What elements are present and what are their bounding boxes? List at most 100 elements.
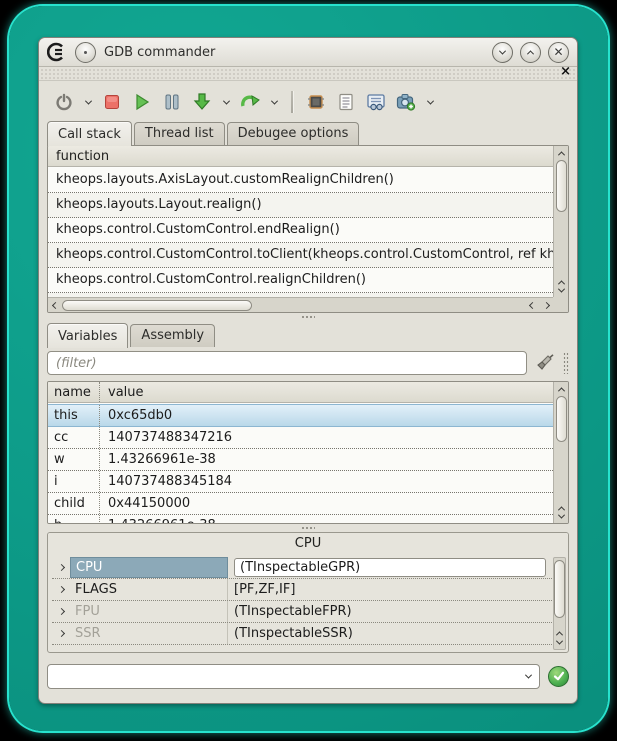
dock-titlebar[interactable]: × bbox=[39, 67, 577, 81]
variable-name: i bbox=[48, 471, 100, 492]
shade-button[interactable] bbox=[492, 42, 513, 63]
scroll-down-icon[interactable] bbox=[554, 283, 568, 297]
chevron-down-icon[interactable] bbox=[525, 671, 532, 678]
tab-assembly[interactable]: Assembly bbox=[130, 324, 215, 347]
run-button[interactable] bbox=[129, 89, 155, 115]
cpu-row[interactable]: SSR (TInspectableSSR) bbox=[52, 623, 552, 645]
step-into-button[interactable] bbox=[189, 89, 215, 115]
variable-row[interactable]: h 1.43266961e-38 bbox=[48, 515, 553, 523]
variables-header[interactable]: name value bbox=[48, 382, 553, 403]
power-button[interactable] bbox=[51, 89, 77, 115]
scrollbar-thumb[interactable] bbox=[556, 160, 567, 212]
cpu-vertical-scrollbar[interactable] bbox=[553, 557, 566, 650]
register-group-value: (TInspectableFPR) bbox=[228, 604, 552, 619]
register-group-value: (TInspectableSSR) bbox=[228, 626, 552, 641]
scroll-left-icon[interactable] bbox=[525, 298, 539, 312]
register-group-value[interactable] bbox=[228, 558, 552, 577]
cpu-row[interactable]: CPU bbox=[52, 557, 552, 579]
splitter-handle[interactable] bbox=[47, 313, 569, 321]
maximize-button[interactable] bbox=[520, 42, 541, 63]
scrollbar-thumb[interactable] bbox=[554, 560, 565, 618]
cpu-row[interactable]: FLAGS [PF,ZF,IF] bbox=[52, 579, 552, 601]
scrollbar-thumb[interactable] bbox=[62, 300, 252, 311]
splitter-handle[interactable] bbox=[47, 524, 569, 532]
variable-name: this bbox=[48, 405, 100, 426]
step-over-icon bbox=[240, 92, 260, 112]
expand-arrow-icon[interactable] bbox=[52, 631, 70, 636]
debugger-tabs: Call stack Thread list Debugee options bbox=[47, 119, 569, 145]
power-icon bbox=[55, 93, 73, 111]
step-over-button[interactable] bbox=[237, 89, 263, 115]
scroll-right-icon[interactable] bbox=[539, 298, 553, 312]
pause-button[interactable] bbox=[159, 89, 185, 115]
gdb-command-combobox[interactable] bbox=[47, 664, 540, 689]
variable-row[interactable]: i 140737488345184 bbox=[48, 471, 553, 493]
add-watch-button[interactable] bbox=[393, 89, 419, 115]
stop-button[interactable] bbox=[99, 89, 125, 115]
expand-arrow-icon[interactable] bbox=[52, 587, 70, 592]
chevron-up-icon bbox=[527, 50, 534, 57]
toolbar-separator bbox=[291, 91, 293, 113]
call-stack-row[interactable]: kheops.control.CustomControl.toClient(kh… bbox=[48, 243, 553, 268]
call-stack-row[interactable]: kheops.layouts.Layout.realign() bbox=[48, 193, 553, 218]
send-command-button[interactable] bbox=[548, 666, 569, 687]
chevron-down-icon bbox=[499, 47, 506, 54]
tab-call-stack[interactable]: Call stack bbox=[47, 121, 132, 146]
filter-input[interactable] bbox=[47, 351, 527, 375]
titlebar[interactable]: GDB commander ✕ bbox=[39, 38, 577, 67]
cpu-chip-icon bbox=[307, 93, 325, 111]
watches-button[interactable] bbox=[363, 89, 389, 115]
variable-row[interactable]: child 0x44150000 bbox=[48, 493, 553, 515]
clear-filter-button[interactable] bbox=[533, 351, 557, 375]
window-menu-button[interactable] bbox=[75, 42, 96, 63]
pause-icon bbox=[164, 93, 180, 111]
cpu-row[interactable]: FPU (TInspectableFPR) bbox=[52, 601, 552, 623]
variable-row[interactable]: cc 140737488347216 bbox=[48, 427, 553, 449]
variable-name: cc bbox=[48, 427, 100, 448]
register-value-input[interactable] bbox=[234, 558, 546, 577]
step-into-menu-button[interactable] bbox=[219, 89, 233, 115]
chevron-down-icon bbox=[222, 97, 229, 104]
chevron-down-icon bbox=[84, 97, 91, 104]
window-title: GDB commander bbox=[104, 45, 484, 60]
variable-value: 0xc65db0 bbox=[100, 405, 553, 426]
expand-arrow-icon[interactable] bbox=[52, 565, 70, 570]
dock-close-icon[interactable]: × bbox=[560, 65, 571, 79]
variable-value: 0x44150000 bbox=[100, 493, 553, 514]
variable-value: 1.43266961e-38 bbox=[100, 449, 553, 470]
run-icon bbox=[133, 93, 151, 111]
power-menu-button[interactable] bbox=[81, 89, 95, 115]
tab-debugee-options[interactable]: Debugee options bbox=[227, 122, 360, 145]
call-stack-horizontal-scrollbar[interactable] bbox=[48, 297, 553, 312]
scrollbar-thumb[interactable] bbox=[556, 396, 567, 442]
column-header-value[interactable]: value bbox=[100, 382, 553, 402]
toolbar-grip-icon bbox=[563, 352, 569, 374]
show-log-button[interactable] bbox=[333, 89, 359, 115]
call-stack-row[interactable]: kheops.control.CustomControl.endRealign(… bbox=[48, 218, 553, 243]
call-stack-row[interactable]: kheops.control.CustomControl.realignChil… bbox=[48, 268, 553, 293]
variable-row[interactable]: this 0xc65db0 bbox=[48, 404, 553, 427]
tab-thread-list[interactable]: Thread list bbox=[134, 122, 225, 145]
step-over-menu-button[interactable] bbox=[267, 89, 281, 115]
scroll-down-icon[interactable] bbox=[554, 509, 568, 523]
column-header-name[interactable]: name bbox=[48, 382, 100, 402]
expand-arrow-icon[interactable] bbox=[52, 609, 70, 614]
scroll-up-icon[interactable] bbox=[554, 382, 568, 396]
close-button[interactable]: ✕ bbox=[548, 42, 569, 63]
scroll-left-icon[interactable] bbox=[48, 298, 62, 312]
scroll-up-icon[interactable] bbox=[554, 146, 568, 160]
variable-name: h bbox=[48, 515, 100, 523]
variable-name: w bbox=[48, 449, 100, 470]
check-icon bbox=[553, 670, 565, 682]
call-stack-row[interactable]: kheops.layouts.AxisLayout.customRealignC… bbox=[48, 168, 553, 193]
stop-icon bbox=[104, 94, 120, 110]
call-stack-vertical-scrollbar[interactable] bbox=[553, 146, 568, 297]
variable-row[interactable]: w 1.43266961e-38 bbox=[48, 449, 553, 471]
add-watch-menu-button[interactable] bbox=[423, 89, 437, 115]
show-cpu-button[interactable] bbox=[303, 89, 329, 115]
close-icon: ✕ bbox=[553, 46, 563, 58]
variables-vertical-scrollbar[interactable] bbox=[553, 382, 568, 523]
tab-variables[interactable]: Variables bbox=[47, 323, 128, 348]
menu-dot-icon bbox=[84, 51, 87, 54]
call-stack-column-header[interactable]: function bbox=[48, 146, 568, 167]
